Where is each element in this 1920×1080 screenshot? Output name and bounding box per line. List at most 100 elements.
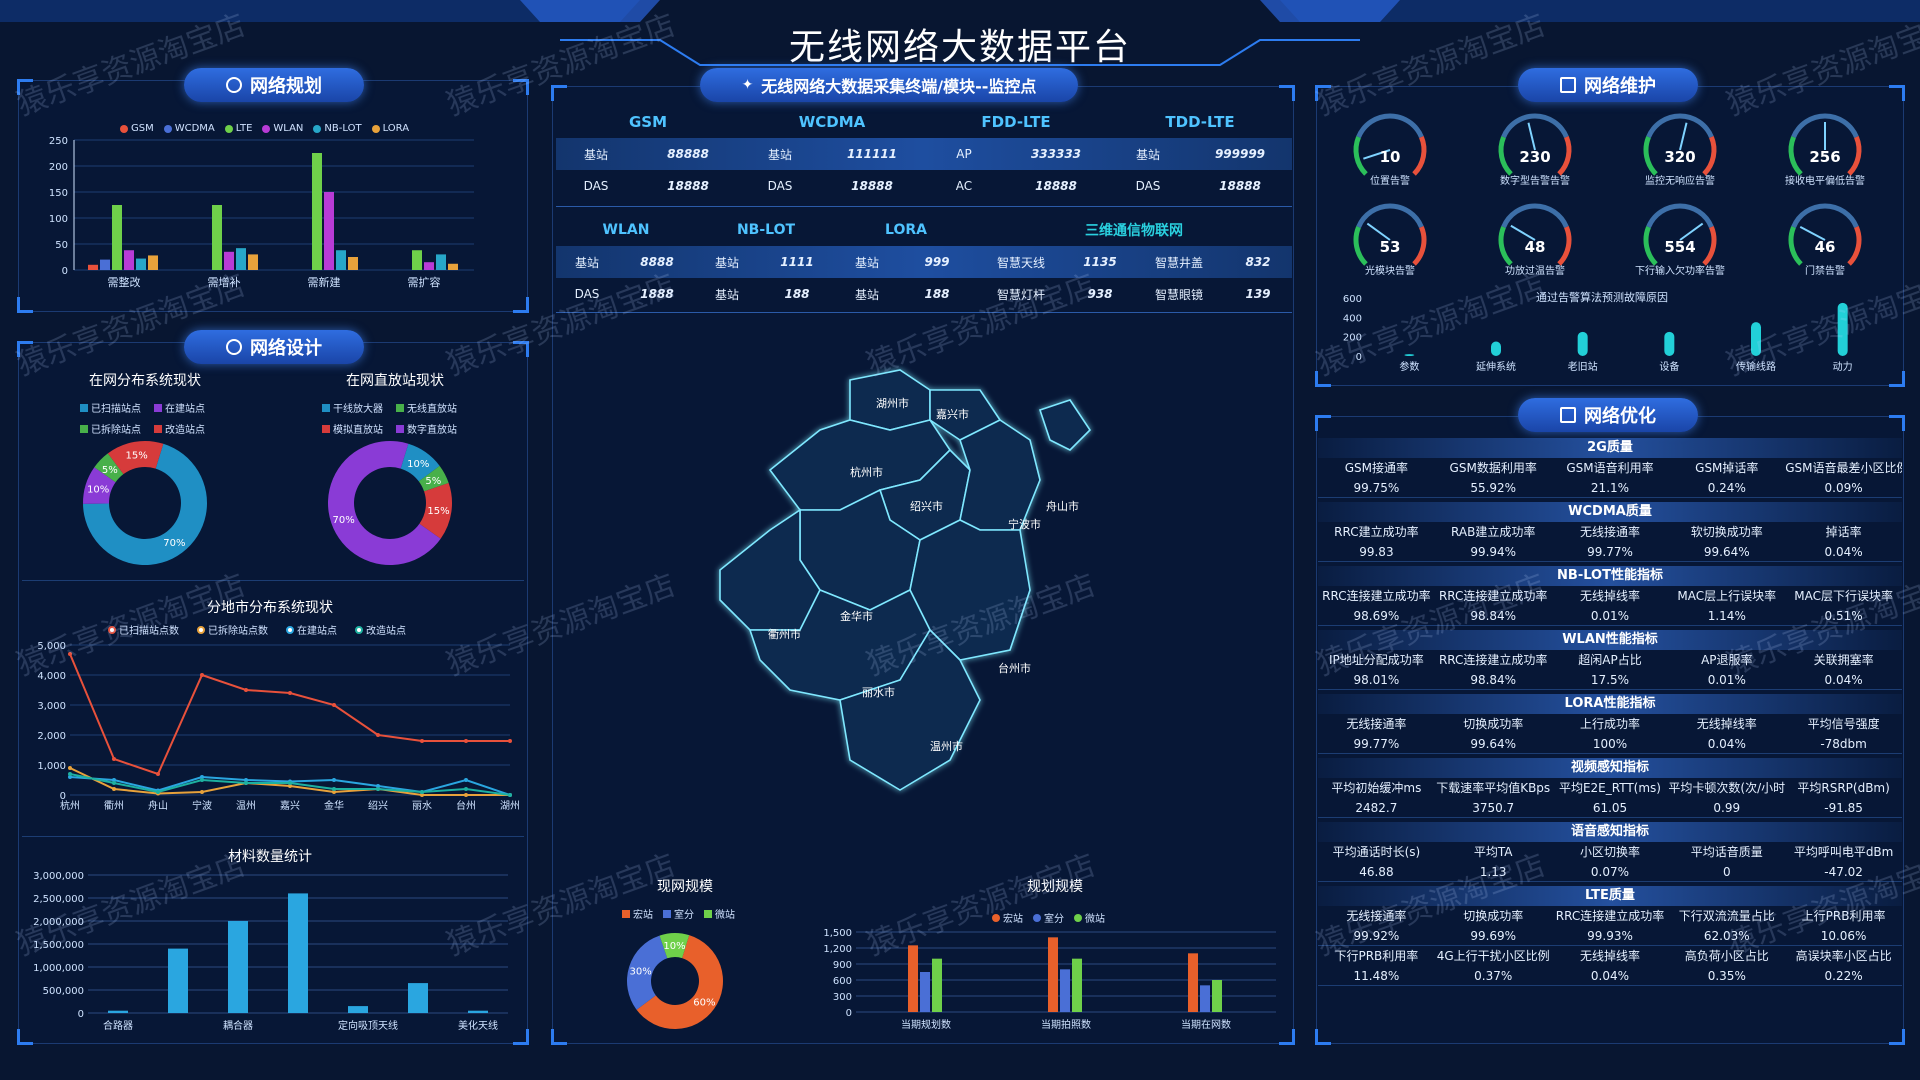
slice-label: 70% (163, 538, 185, 549)
opt-row: 99.92% 99.69% 99.93% 62.03% 10.06% (1318, 926, 1902, 946)
bar-室分 (1060, 969, 1070, 1012)
cell: 1888 (640, 287, 674, 301)
x-tick-label: 老旧站 (1568, 360, 1598, 373)
network-maintenance-title[interactable]: 网络维护 (1518, 68, 1698, 102)
bar-LORA (348, 257, 358, 270)
opt-row: 99.83 99.94% 99.77% 99.64% 0.04% (1318, 542, 1902, 562)
gauge-arc (1501, 203, 1569, 229)
cell: DAS (767, 179, 793, 193)
y-tick-label: 200 (1343, 333, 1362, 344)
network-design-title[interactable]: 网络设计 (184, 330, 364, 364)
header-cell: TDD-LTE (1165, 113, 1235, 131)
opt-cell: 掉话率 (1825, 525, 1862, 539)
legend-label: 在建站点 (165, 404, 205, 415)
slice-label: 15% (427, 506, 449, 517)
opt-cell: 4G上行干扰小区比例 (1436, 949, 1550, 963)
opt-cell: 平均呼叫电平dBm (1793, 845, 1894, 859)
gauge-needle (1679, 122, 1688, 151)
panel-corner (513, 341, 529, 357)
network-optimization-title[interactable]: 网络优化 (1518, 398, 1698, 432)
opt-cell: 98.69% (1353, 609, 1400, 623)
gauge-value: 554 (1664, 238, 1695, 256)
cell: DAS (1135, 179, 1161, 193)
gauge-arc (1356, 113, 1424, 139)
x-tick-label: 延伸系统 (1476, 360, 1516, 373)
point (508, 793, 512, 797)
cell: 智慧眼镜 (1154, 287, 1203, 302)
y-tick-label: 0 (846, 1008, 852, 1019)
y-tick-label: 0 (62, 266, 68, 277)
opt-cell: 0.07% (1590, 865, 1630, 879)
legend-item: 室分 (663, 906, 694, 921)
cell: 8888 (640, 255, 674, 269)
network-planning-title[interactable]: 网络规划 (184, 68, 364, 102)
header-cell: LORA (885, 222, 927, 238)
legend-swatch (154, 424, 162, 433)
opt-cell: 平均通话时长(s) (1332, 845, 1421, 859)
x-tick-label: 美化天线 (458, 1019, 498, 1032)
legend-swatch (154, 403, 162, 412)
gauge-arc (1557, 136, 1572, 176)
cell: 188 (784, 287, 810, 301)
network-table-2: WLAN NB-LOT LORA 三维通信物联网 基站 8888 基站 1111 基… (556, 214, 1292, 310)
point (112, 787, 116, 791)
y-tick-label: 2,500,000 (33, 894, 84, 905)
cell: 999 (924, 255, 950, 269)
opt-cell: 98.84% (1470, 673, 1517, 687)
opt-row: 11.48% 0.37% 0.04% 0.35% 0.22% (1318, 966, 1902, 986)
fault-bar (1751, 322, 1761, 356)
point (156, 772, 160, 776)
zhejiang-map[interactable]: 湖州市 嘉兴市 杭州市 绍兴市 舟山市 宁波市 金华市 衢州市 台州市 丽水市 … (700, 360, 1160, 860)
opt-cell: 0.24% (1707, 481, 1746, 495)
opt-cell: 0.04% (1824, 673, 1863, 687)
legend-label: 改造站点 (165, 425, 205, 436)
x-tick-label: 需整改 (108, 275, 141, 289)
opt-cell: MAC层下行误块率 (1794, 589, 1893, 603)
opt-cell: 0.04% (1590, 969, 1630, 983)
y-tick-label: 2,000 (37, 731, 66, 742)
map-region-zhoushan[interactable] (1038, 399, 1092, 451)
legend-item: 改造站点 (154, 421, 205, 436)
opt-cell: 0.99 (1713, 801, 1741, 815)
point (288, 781, 292, 785)
point (420, 739, 424, 743)
header-cell: FDD-LTE (981, 113, 1051, 131)
opt-cell: -78dbm (1820, 737, 1867, 751)
bar-WLAN (424, 262, 434, 270)
panel-corner (551, 1029, 567, 1045)
panel-corner (1889, 85, 1905, 101)
x-tick-label: 舟山 (148, 799, 168, 812)
gauge-arc (1788, 226, 1803, 266)
opt-section-title: WLAN性能指标 (1318, 630, 1902, 650)
map-region-ningbo[interactable] (959, 419, 1041, 531)
legend-label: 干线放大器 (333, 404, 383, 415)
x-tick-label: 定向吸顶天线 (338, 1019, 398, 1032)
monitor-title[interactable]: ✦ 无线网络大数据采集终端/模块--监控点 (700, 68, 1078, 102)
clock-icon (226, 339, 242, 355)
map-label: 丽水市 (862, 685, 895, 699)
opt-cell: 0.37% (1474, 969, 1513, 983)
opt-cell: 关联拥塞率 (1813, 653, 1874, 667)
opt-cell: 10.06% (1820, 929, 1867, 943)
opt-cell: 0 (1722, 865, 1731, 879)
opt-cell: 上行成功率 (1579, 717, 1640, 731)
point (332, 778, 336, 782)
bar-NB-LOT (336, 250, 346, 270)
opt-cell: 99.94% (1470, 545, 1517, 559)
bar-室分 (1200, 985, 1210, 1012)
point (332, 787, 336, 791)
opt-cell: 99.75% (1353, 481, 1400, 495)
cell: 基站 (714, 255, 739, 270)
map-label: 绍兴市 (910, 499, 943, 513)
opt-cell: 99.92% (1353, 929, 1400, 943)
table-row: 基站 8888 基站 1111 基站 999 智慧天线 1135 智慧井盖 832 (556, 246, 1292, 278)
y-tick-label: 500,000 (43, 986, 84, 997)
bar-GSM (88, 264, 98, 270)
opt-cell: 平均E2E_RTT(ms) (1558, 781, 1661, 795)
opt-cell: 61.05 (1592, 801, 1628, 815)
clock-icon (226, 77, 242, 93)
opt-cell: 2482.7 (1355, 801, 1398, 815)
map-label: 衢州市 (768, 627, 801, 641)
cell: DAS (574, 287, 600, 301)
